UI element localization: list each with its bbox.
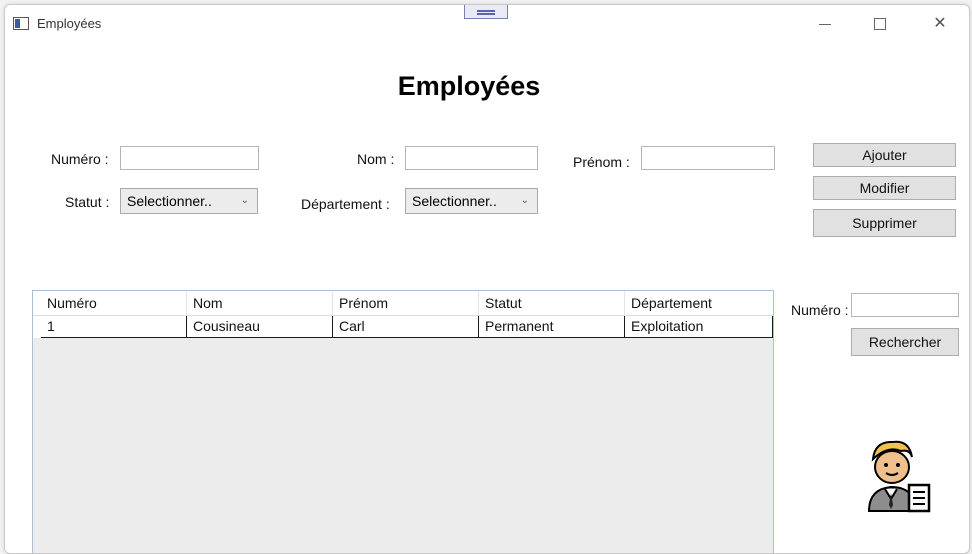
close-icon: ✕: [933, 15, 947, 32]
cell-departement[interactable]: Exploitation: [625, 316, 773, 338]
nom-input[interactable]: [405, 146, 538, 170]
numero-input[interactable]: [120, 146, 259, 170]
column-header-numero[interactable]: Numéro: [41, 291, 187, 315]
departement-label: Département :: [301, 196, 390, 212]
search-numero-label: Numéro :: [791, 302, 849, 318]
chevron-down-icon: ⌄: [520, 195, 529, 206]
maximize-icon: [874, 18, 886, 30]
table-header: Numéro Nom Prénom Statut Département: [33, 291, 773, 316]
close-button[interactable]: ✕: [917, 5, 963, 43]
statut-label: Statut :: [65, 194, 110, 210]
edit-button[interactable]: Modifier: [813, 176, 956, 200]
drag-grip-icon[interactable]: [464, 5, 508, 19]
column-header-departement[interactable]: Département: [625, 291, 773, 315]
column-header-statut[interactable]: Statut: [479, 291, 625, 315]
page-title: Employées: [397, 71, 541, 101]
table-row[interactable]: 1 Cousineau Carl Permanent Exploitation: [33, 316, 773, 338]
minimize-button[interactable]: [802, 5, 848, 43]
statut-dropdown[interactable]: Selectionner.. ⌄: [120, 188, 258, 214]
cell-statut[interactable]: Permanent: [479, 316, 625, 338]
window-title: Employées: [37, 16, 102, 31]
delete-button[interactable]: Supprimer: [813, 209, 956, 237]
prenom-input[interactable]: [641, 146, 775, 170]
search-button[interactable]: Rechercher: [851, 328, 959, 356]
employees-table[interactable]: Numéro Nom Prénom Statut Département 1 C…: [32, 290, 774, 553]
window-app-icon: [13, 17, 29, 30]
add-button[interactable]: Ajouter: [813, 143, 956, 167]
cell-numero[interactable]: 1: [41, 316, 187, 338]
cell-prenom[interactable]: Carl: [333, 316, 479, 338]
search-numero-input[interactable]: [851, 293, 959, 317]
numero-label: Numéro :: [51, 151, 109, 167]
departement-selected-value: Selectionner..: [412, 193, 497, 209]
cell-nom[interactable]: Cousineau: [187, 316, 333, 338]
employee-avatar-icon: [867, 440, 931, 513]
title-bar[interactable]: Employées ✕: [5, 5, 969, 43]
minimize-icon: [819, 24, 831, 25]
chevron-down-icon: ⌄: [240, 195, 249, 206]
column-header-nom[interactable]: Nom: [187, 291, 333, 315]
prenom-label: Prénom :: [573, 154, 630, 170]
maximize-button[interactable]: [857, 5, 903, 43]
statut-selected-value: Selectionner..: [127, 193, 212, 209]
nom-label: Nom :: [357, 151, 395, 167]
column-header-prenom[interactable]: Prénom: [333, 291, 479, 315]
app-window: Employées ✕ Employées Numéro : Nom : Pré…: [4, 4, 970, 554]
departement-dropdown[interactable]: Selectionner.. ⌄: [405, 188, 538, 214]
